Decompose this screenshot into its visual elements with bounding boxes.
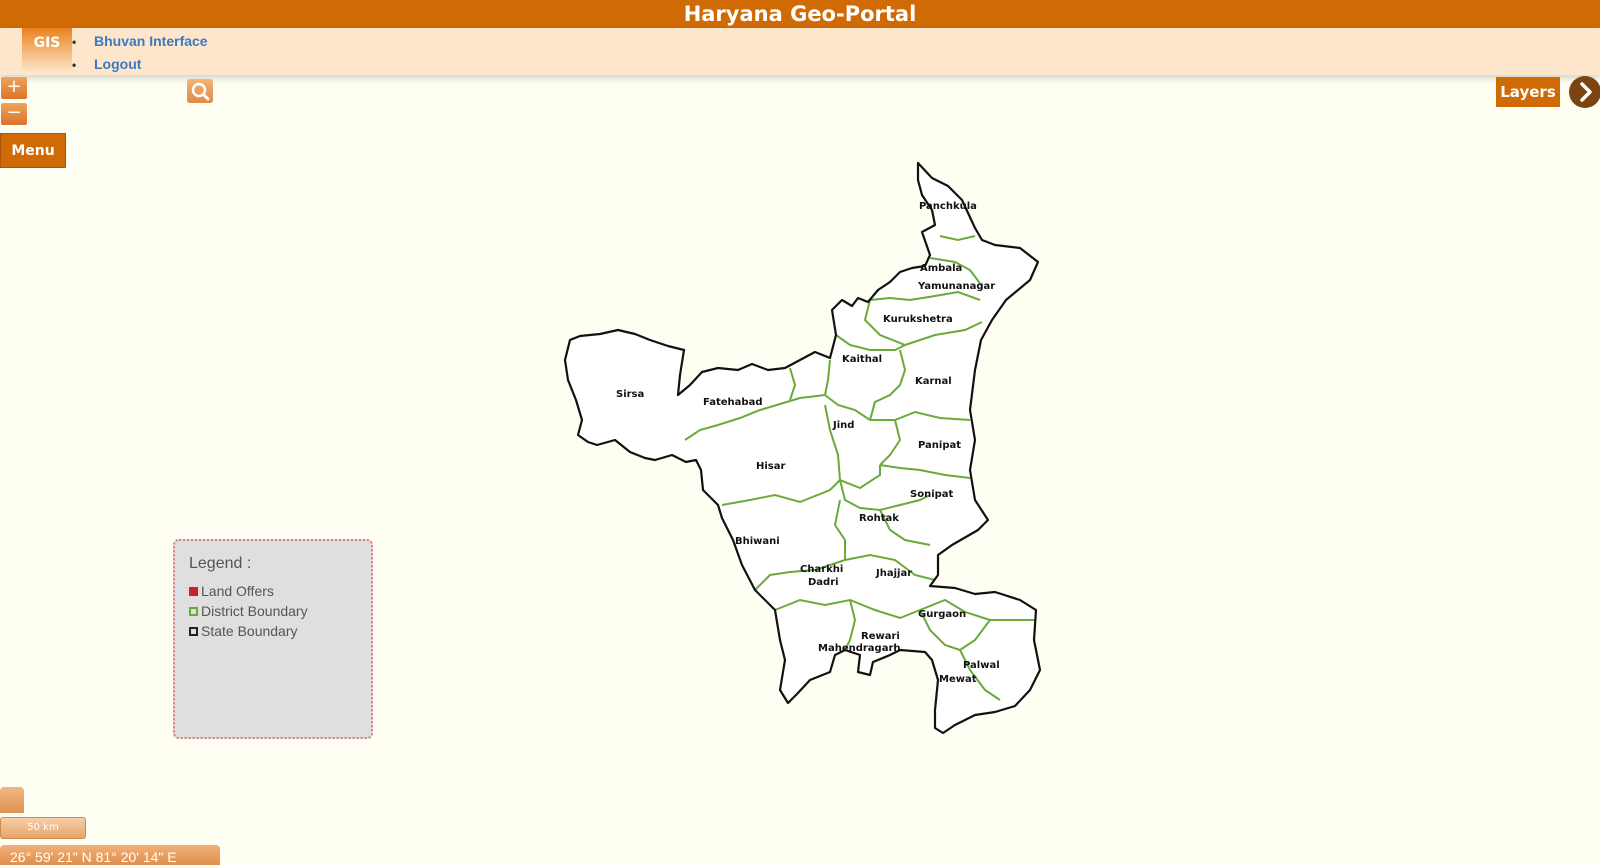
layers-toggle-button[interactable]	[1569, 76, 1600, 108]
district-label-hisar: Hisar	[756, 461, 785, 472]
district-label-kurukshetra: Kurukshetra	[883, 314, 953, 325]
district-label-karnal: Karnal	[915, 376, 952, 387]
district-boundary-swatch	[189, 607, 198, 616]
district-label-mewat: Mewat	[939, 674, 977, 685]
coordinate-readout: 26° 59' 21" N 81° 20' 14" E	[0, 845, 220, 865]
district-label-rohtak: Rohtak	[859, 513, 899, 524]
nav-links: • Bhuvan Interface • Logout	[72, 30, 208, 76]
district-label-panchkula: Panchkula	[919, 201, 977, 212]
district-label-kaithal: Kaithal	[842, 354, 882, 365]
legend-label: Land Offers	[201, 583, 274, 599]
district-label-jhajjar: Jhajjar	[875, 568, 912, 579]
district-label-palwal: Palwal	[963, 660, 1000, 671]
geo-portal-page: Panchkula Ambala Yamunanagar Kurukshetra…	[0, 0, 1600, 865]
legend-panel: Legend : Land Offers District Boundary S…	[173, 539, 373, 739]
legend-item-land-offers: Land Offers	[189, 581, 357, 601]
district-label-sonipat: Sonipat	[910, 489, 954, 500]
logout-link[interactable]: Logout	[94, 56, 141, 72]
district-label-charkhi: Charkhi	[800, 564, 843, 575]
district-label-sirsa: Sirsa	[616, 389, 644, 400]
district-label-jind: Jind	[832, 420, 854, 431]
search-button[interactable]	[187, 79, 213, 103]
district-label-mahendragarh: Mahendragarh	[818, 643, 901, 654]
state-fill	[565, 163, 1040, 733]
district-label-bhiwani: Bhiwani	[735, 536, 780, 547]
district-label-rewari: Rewari	[861, 631, 900, 642]
legend-label: District Boundary	[201, 603, 308, 619]
district-label-dadri: Dadri	[808, 577, 839, 588]
land-offers-swatch	[189, 587, 198, 596]
district-label-fatehabad: Fatehabad	[703, 397, 763, 408]
scale-handle[interactable]	[0, 787, 24, 813]
district-label-panipat: Panipat	[918, 440, 961, 451]
nav-item-bhuvan[interactable]: • Bhuvan Interface	[72, 30, 208, 53]
nav-bar: GIS • Bhuvan Interface • Logout	[0, 28, 1600, 75]
layers-button[interactable]: Layers	[1496, 77, 1560, 107]
zoom-out-button[interactable]: −	[1, 103, 27, 125]
chevron-right-icon	[1580, 82, 1592, 102]
scale-bar: 50 km	[0, 817, 86, 839]
bhuvan-interface-link[interactable]: Bhuvan Interface	[94, 33, 208, 49]
gis-tab[interactable]: GIS	[22, 28, 72, 72]
menu-button[interactable]: Menu	[0, 133, 66, 168]
district-label-gurgaon: Gurgaon	[918, 609, 966, 620]
legend-item-state-boundary: State Boundary	[189, 621, 357, 641]
legend-label: State Boundary	[201, 623, 298, 639]
bullet-icon: •	[72, 35, 77, 49]
nav-item-logout[interactable]: • Logout	[72, 53, 208, 76]
district-label-ambala: Ambala	[920, 263, 962, 274]
district-label-yamunanagar: Yamunanagar	[917, 281, 995, 292]
page-title: Haryana Geo-Portal	[0, 0, 1600, 28]
state-boundary-swatch	[189, 627, 198, 636]
legend-title: Legend :	[189, 555, 252, 572]
bullet-icon: •	[72, 58, 77, 72]
search-icon	[191, 82, 210, 101]
zoom-in-button[interactable]: +	[1, 77, 27, 99]
legend-item-district-boundary: District Boundary	[189, 601, 357, 621]
